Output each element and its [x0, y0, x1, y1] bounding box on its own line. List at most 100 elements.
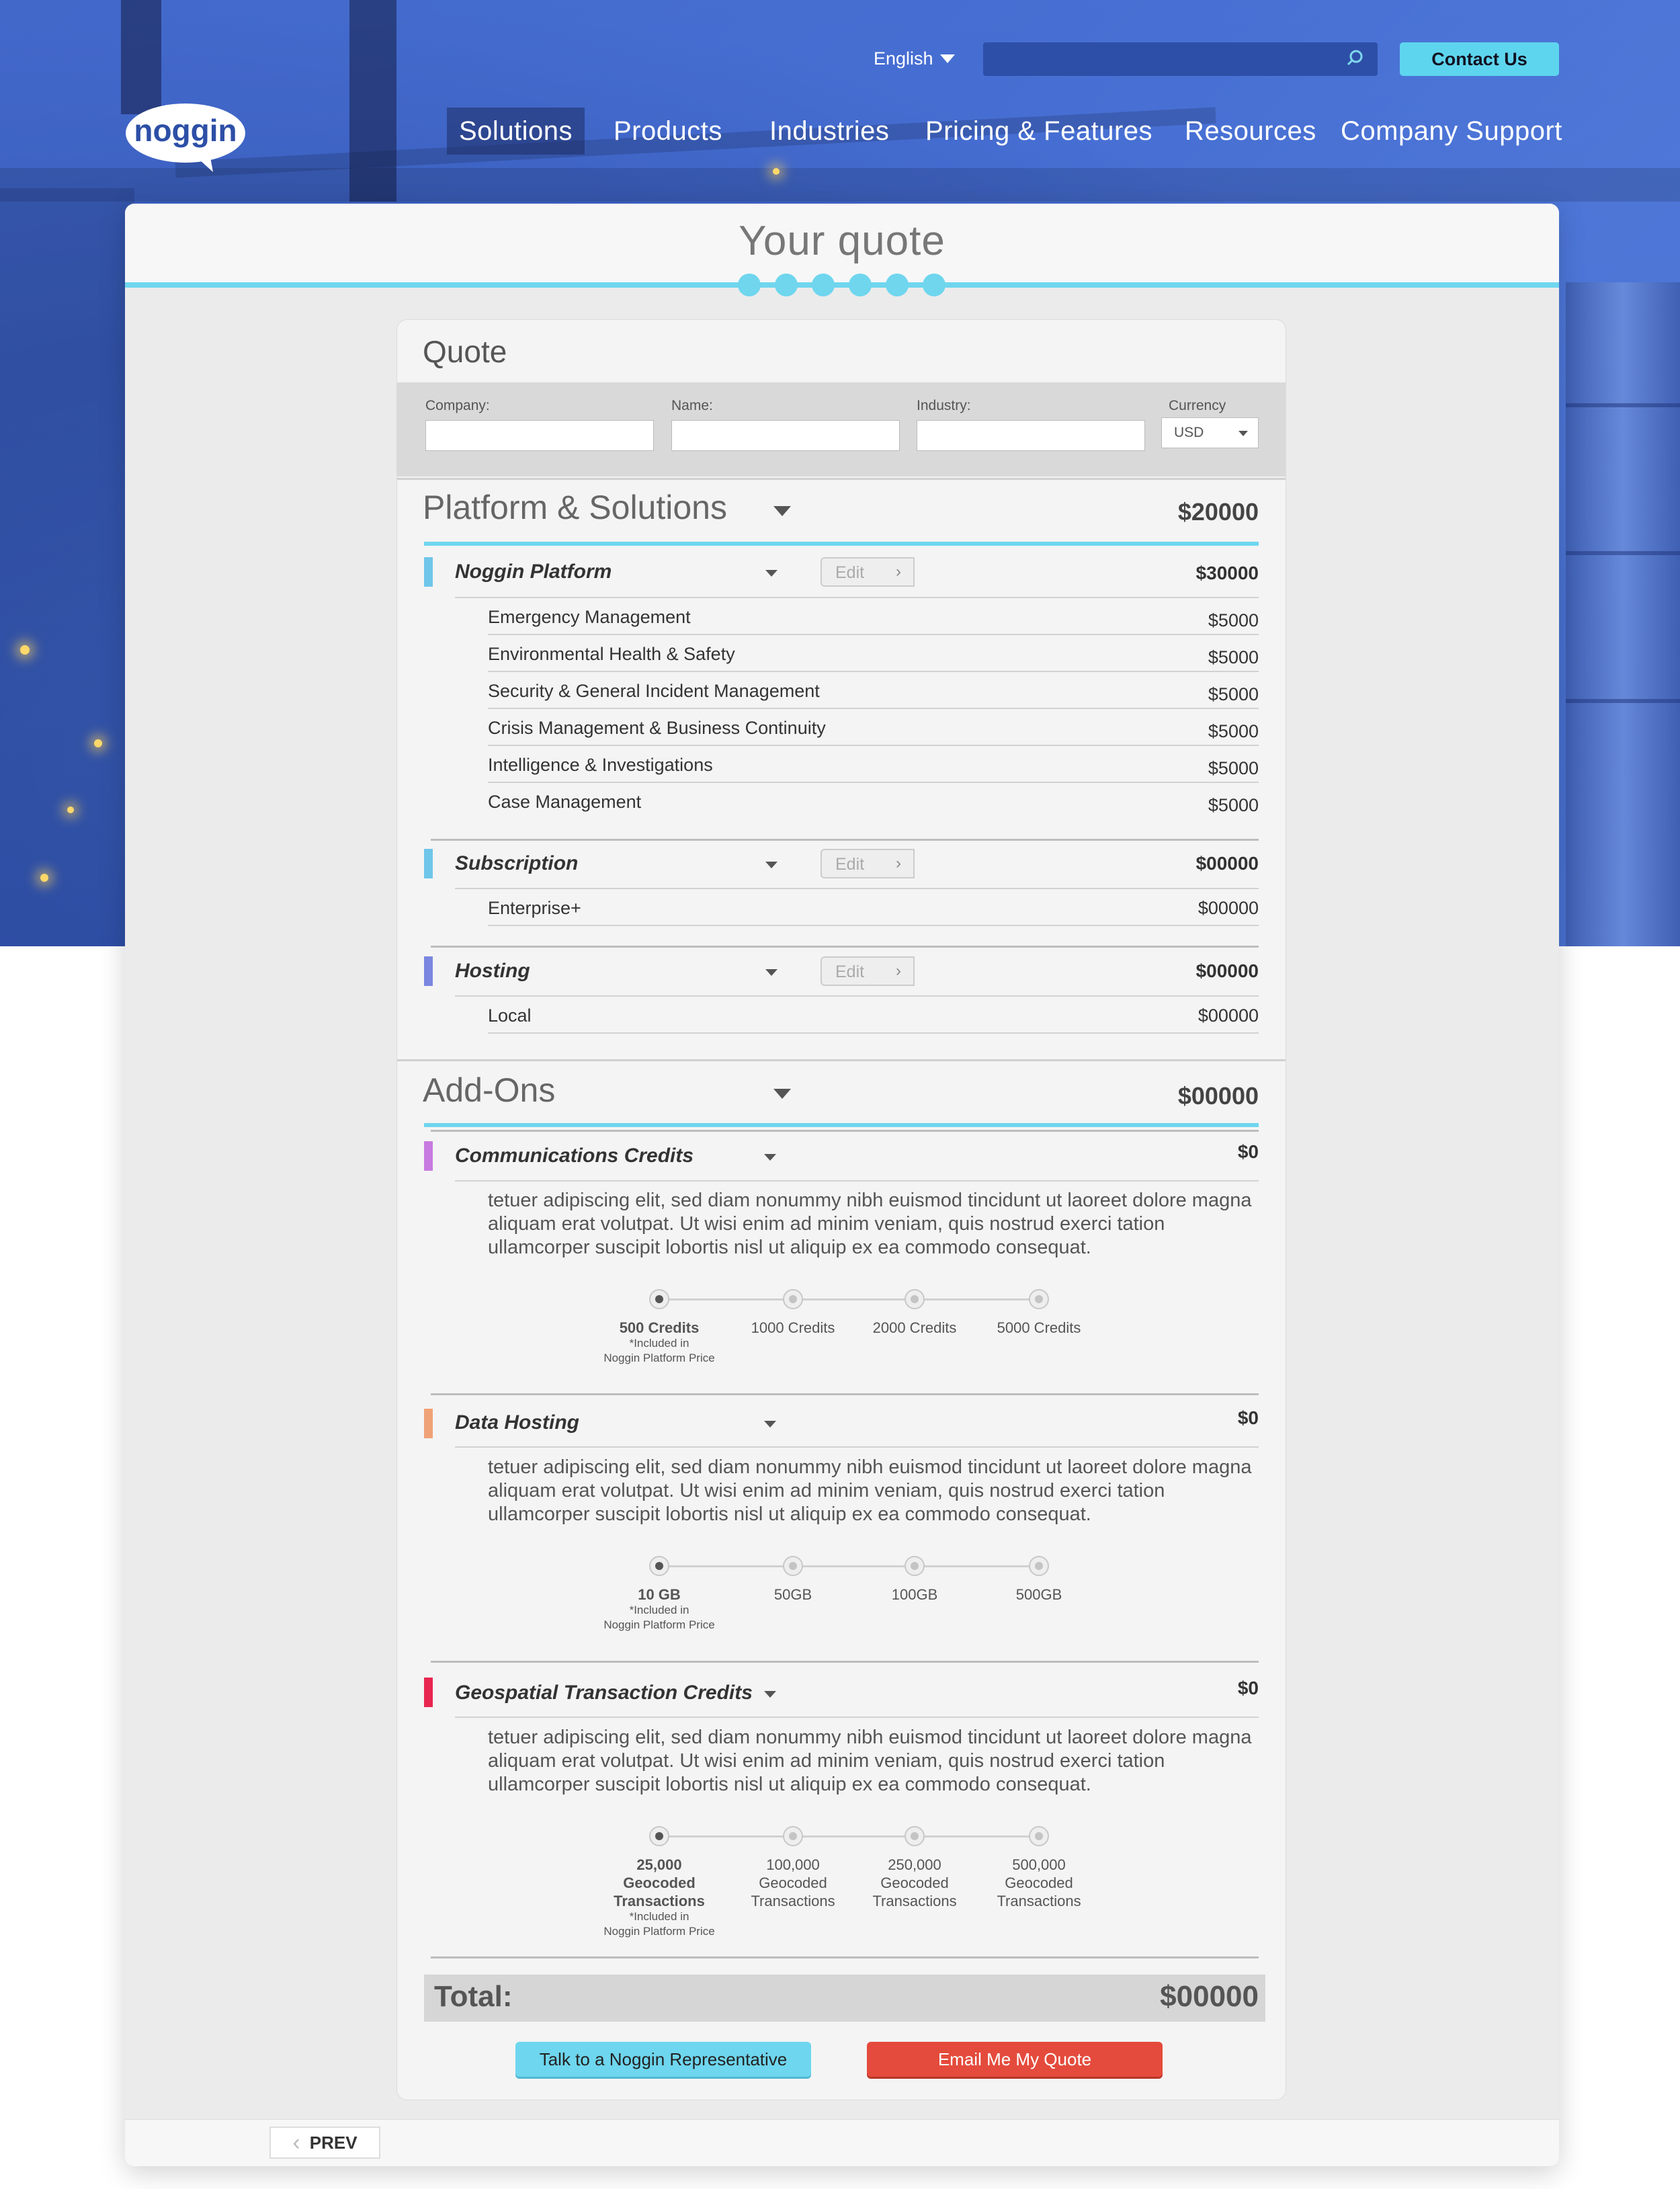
language-selector[interactable]: English: [874, 48, 955, 69]
edit-button[interactable]: Edit ›: [821, 956, 915, 986]
edit-label: Edit: [835, 962, 865, 981]
chevron-down-icon[interactable]: [765, 862, 778, 868]
group-price: $00000: [1195, 853, 1259, 874]
step-dot[interactable]: [923, 274, 946, 296]
edit-button[interactable]: Edit ›: [821, 849, 915, 878]
step-dot[interactable]: [775, 274, 798, 296]
divider: [488, 745, 1259, 746]
divider: [431, 839, 1259, 841]
prev-button[interactable]: ‹ PREV: [269, 2126, 380, 2159]
option-radio[interactable]: [905, 1289, 925, 1309]
divider: [488, 782, 1259, 783]
nav-resources[interactable]: Resources: [1185, 108, 1316, 155]
nav-products[interactable]: Products: [614, 108, 722, 155]
list-item-label: Emergency Management: [488, 607, 691, 627]
step-dot[interactable]: [812, 274, 835, 296]
group-color-bar: [424, 1141, 433, 1171]
option-label: 100,000 Geocoded Transactions: [751, 1856, 835, 1909]
step-dot[interactable]: [738, 274, 761, 296]
step-dot[interactable]: [849, 274, 872, 296]
option-radio[interactable]: [649, 1556, 669, 1576]
group-title-communications-credits: Communications Credits: [455, 1145, 694, 1167]
progress-line: [125, 282, 1559, 288]
group-color-bar: [424, 956, 433, 986]
option-track: [666, 1298, 1042, 1300]
option-radio[interactable]: [1029, 1556, 1049, 1576]
card-footer: ‹ PREV: [125, 2119, 1559, 2166]
option-radio[interactable]: [649, 1289, 669, 1309]
contact-us-button[interactable]: Contact Us: [1400, 42, 1559, 76]
list-item-price: $5000: [1208, 795, 1259, 815]
chevron-down-icon[interactable]: [773, 1089, 791, 1099]
divider: [455, 1717, 1259, 1718]
option-radio[interactable]: [783, 1556, 803, 1576]
chevron-down-icon[interactable]: [764, 1691, 776, 1698]
nav-industries[interactable]: Industries: [769, 108, 889, 155]
divider: [455, 1180, 1259, 1182]
quote-title: Quote: [423, 334, 507, 369]
email-quote-button[interactable]: Email Me My Quote: [867, 2042, 1163, 2077]
divider: [431, 946, 1259, 948]
edit-label: Edit: [835, 855, 865, 874]
group-price: $30000: [1195, 563, 1259, 583]
list-item-label: Intelligence & Investigations: [488, 755, 713, 775]
total-label: Total:: [434, 1980, 513, 2013]
list-item-label: Environmental Health & Safety: [488, 644, 735, 664]
chevron-down-icon[interactable]: [765, 969, 778, 976]
group-title-data-hosting: Data Hosting: [455, 1411, 580, 1434]
industry-field[interactable]: [917, 420, 1145, 451]
divider: [431, 1661, 1259, 1663]
divider: [488, 1032, 1259, 1034]
list-item-price: $5000: [1208, 721, 1259, 741]
name-field[interactable]: [671, 420, 900, 451]
option-radio[interactable]: [1029, 1826, 1049, 1846]
quote-fields: Company: Name: Industry: Currency USD: [397, 382, 1286, 477]
talk-to-representative-button[interactable]: Talk to a Noggin Representative: [515, 2042, 811, 2077]
group-color-bar: [424, 1409, 433, 1438]
divider: [431, 1393, 1259, 1395]
list-item-label: Case Management: [488, 792, 642, 812]
list-item-price: $5000: [1208, 684, 1259, 704]
name-label: Name:: [671, 398, 713, 413]
search-icon[interactable]: [1347, 49, 1364, 67]
nav-pricing-features[interactable]: Pricing & Features: [925, 108, 1152, 155]
chevron-down-icon[interactable]: [765, 570, 778, 577]
chevron-down-icon[interactable]: [764, 1154, 776, 1161]
nav-solutions[interactable]: Solutions: [447, 108, 585, 155]
chevron-down-icon[interactable]: [764, 1421, 776, 1428]
list-item-price: $5000: [1208, 647, 1259, 667]
currency-label: Currency: [1169, 398, 1226, 413]
platform-section-title: Platform & Solutions: [423, 489, 727, 526]
company-field[interactable]: [425, 420, 654, 451]
edit-label: Edit: [835, 563, 865, 582]
option-label: 25,000 Geocoded Transactions: [614, 1856, 705, 1909]
step-dot[interactable]: [886, 274, 909, 296]
page-title: Your quote: [739, 218, 946, 264]
divider: [488, 671, 1259, 672]
search-input[interactable]: [983, 42, 1378, 76]
industry-label: Industry:: [917, 398, 971, 413]
divider: [397, 1059, 1286, 1061]
option-radio[interactable]: [783, 1826, 803, 1846]
divider: [397, 478, 1286, 480]
option-radio[interactable]: [905, 1826, 925, 1846]
prev-label: PREV: [309, 2132, 358, 2153]
chevron-down-icon[interactable]: [773, 506, 791, 516]
currency-value: USD: [1174, 425, 1204, 440]
total-bar: Total: $00000: [424, 1975, 1265, 2022]
divider: [455, 1446, 1259, 1448]
option-label: 50GB: [773, 1586, 812, 1603]
currency-select[interactable]: USD: [1161, 417, 1259, 448]
edit-button[interactable]: Edit ›: [821, 557, 915, 587]
nav-company-support[interactable]: Company Support: [1341, 108, 1562, 155]
option-label: 100GB: [891, 1586, 938, 1603]
option-radio[interactable]: [905, 1556, 925, 1576]
option-radio[interactable]: [783, 1289, 803, 1309]
chevron-right-icon: ›: [896, 962, 901, 980]
option-radio[interactable]: [1029, 1289, 1049, 1309]
option-radio[interactable]: [649, 1826, 669, 1846]
group-title-hosting: Hosting: [455, 960, 530, 982]
divider: [488, 708, 1259, 709]
divider: [455, 888, 1259, 889]
list-item-label: Crisis Management & Business Continuity: [488, 718, 826, 738]
